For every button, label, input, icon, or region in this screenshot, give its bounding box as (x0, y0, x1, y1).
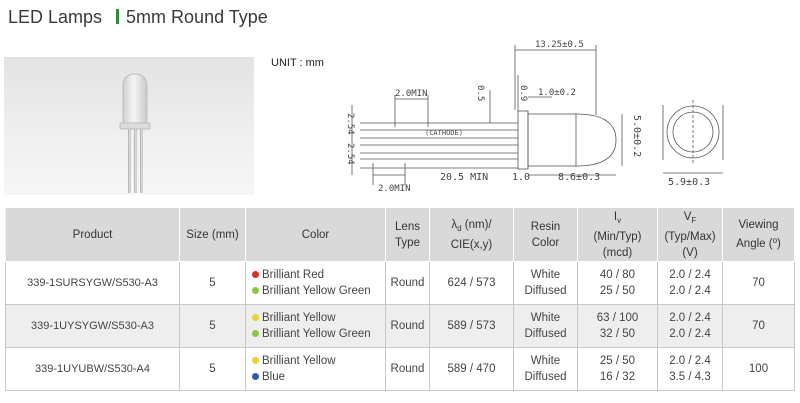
color-dot-icon (252, 373, 259, 380)
dim-0-5: 0.5 (475, 85, 485, 101)
cell-wavelength: 589 / 573 (429, 304, 514, 348)
cell-size: 5 (179, 347, 246, 391)
cell-lens: Round (385, 261, 430, 305)
led-product-photo (4, 57, 254, 195)
title-separator-bar (116, 9, 120, 24)
cell-angle: 100 (722, 347, 795, 391)
table-header-row: Product Size (mm) Color Lens Type λd (nm)… (5, 207, 795, 262)
dim-pitch-upper: 2.54 (345, 113, 355, 135)
page-title: LED Lamps 5mm Round Type (8, 7, 268, 28)
cathode-label: (CATHODE) (425, 129, 463, 137)
cell-product: 339-1UYSYGW/S530-A3 (5, 304, 180, 348)
cell-intensity: 25 / 50 16 / 32 (577, 347, 658, 391)
header-viewing-angle: Viewing Angle (o) (722, 207, 795, 262)
color-dot-icon (252, 287, 259, 294)
header-luminous-intensity: Iv (Min/Typ) (mcd) (577, 207, 658, 262)
cell-color: Brilliant Yellow Blue (245, 347, 386, 391)
table-row: 339-1SURSYGW/S530-A3 5 Brilliant Red Bri… (5, 261, 795, 305)
cell-color: Brilliant Yellow Brilliant Yellow Green (245, 304, 386, 348)
dim-0-9: 0.9 (518, 85, 528, 101)
table-row: 339-1UYUBW/S530-A4 5 Brilliant Yellow Bl… (5, 347, 795, 391)
header-wavelength: λd (nm)/CIE(x,y) (429, 207, 514, 262)
cell-wavelength: 589 / 470 (429, 347, 514, 391)
header-resin-color: Resin Color (513, 207, 578, 262)
dim-2min-bottom: 2.0MIN (378, 184, 411, 194)
header-color: Color (245, 207, 386, 262)
dim-1-0-tolerance: 1.0±0.2 (538, 88, 576, 98)
color-dot-icon (252, 357, 259, 364)
cell-angle: 70 (722, 304, 795, 348)
dimension-drawing: 13.25±0.5 2.0MIN 0.5 0.9 1.0±0.2 2.54 2.… (345, 40, 724, 194)
title-category: LED Lamps (8, 7, 103, 27)
cell-lens: Round (385, 347, 430, 391)
dim-overall-length: 13.25±0.5 (535, 40, 584, 50)
dim-8-6: 8.6±0.3 (558, 172, 600, 183)
cell-product: 339-1SURSYGW/S530-A3 (5, 261, 180, 305)
color-dot-icon (252, 330, 259, 337)
cell-intensity: 40 / 80 25 / 50 (577, 261, 658, 305)
cell-voltage: 2.0 / 2.4 3.5 / 4.3 (657, 347, 723, 391)
cell-intensity: 63 / 100 32 / 50 (577, 304, 658, 348)
table-row: 339-1UYSYGW/S530-A3 5 Brilliant Yellow B… (5, 304, 795, 348)
cell-voltage: 2.0 / 2.4 2.0 / 2.4 (657, 304, 723, 348)
header-forward-voltage: VF (Typ/Max) (V) (657, 207, 723, 262)
specifications-table: Product Size (mm) Color Lens Type λd (nm)… (5, 207, 795, 391)
cell-size: 5 (179, 261, 246, 305)
header-lens-type: Lens Type (385, 207, 430, 262)
header-product: Product (5, 207, 180, 262)
title-product-type: 5mm Round Type (126, 7, 268, 27)
cell-size: 5 (179, 304, 246, 348)
dim-20-5-min: 20.5 MIN (440, 172, 488, 183)
color-dot-icon (252, 314, 259, 321)
cell-color: Brilliant Red Brilliant Yellow Green (245, 261, 386, 305)
dim-5-9: 5.9±0.3 (668, 177, 710, 188)
cell-wavelength: 624 / 573 (429, 261, 514, 305)
led-lamp-image (119, 73, 151, 193)
color-dot-icon (252, 271, 259, 278)
cell-resin: White Diffused (513, 261, 578, 305)
cell-resin: White Diffused (513, 304, 578, 348)
cell-product: 339-1UYUBW/S530-A4 (5, 347, 180, 391)
dim-2min-top: 2.0MIN (395, 89, 428, 99)
cell-voltage: 2.0 / 2.4 2.0 / 2.4 (657, 261, 723, 305)
cell-resin: White Diffused (513, 347, 578, 391)
dim-1-0: 1.0 (512, 172, 530, 183)
header-size: Size (mm) (179, 207, 246, 262)
dim-5-0: 5.0±0.2 (631, 115, 642, 157)
cell-lens: Round (385, 304, 430, 348)
cell-angle: 70 (722, 261, 795, 305)
dim-pitch-lower: 2.54 (345, 143, 355, 165)
unit-label: UNIT : mm (271, 57, 324, 69)
